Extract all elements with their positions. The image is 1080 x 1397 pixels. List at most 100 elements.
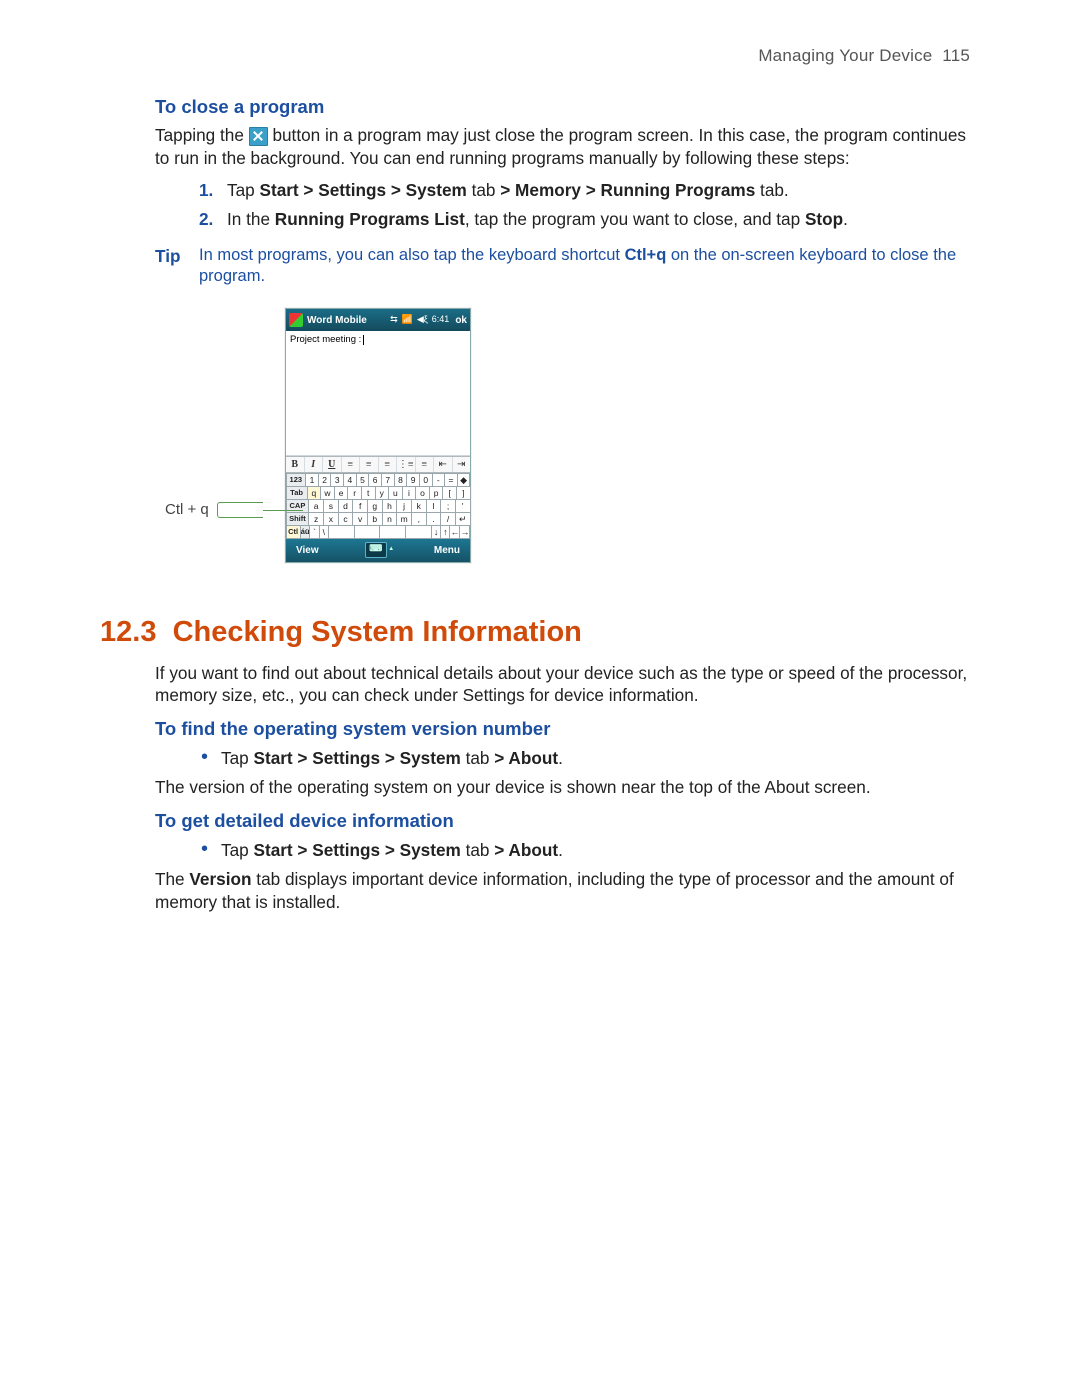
key-j[interactable]: j bbox=[396, 499, 412, 513]
key-n[interactable]: n bbox=[382, 512, 398, 526]
key-t[interactable]: t bbox=[361, 486, 376, 500]
document-area[interactable]: Project meeting : bbox=[286, 331, 470, 456]
view-menu[interactable]: View bbox=[296, 544, 319, 557]
key-[[interactable]: [ bbox=[442, 486, 457, 500]
key-l[interactable]: l bbox=[426, 499, 442, 513]
key-d[interactable]: d bbox=[338, 499, 354, 513]
key-7[interactable]: 7 bbox=[381, 473, 395, 487]
key-5[interactable]: 5 bbox=[356, 473, 370, 487]
key-3[interactable]: 3 bbox=[330, 473, 344, 487]
key-c[interactable]: c bbox=[338, 512, 354, 526]
key-;[interactable]: ; bbox=[440, 499, 456, 513]
page-header: Managing Your Device 115 bbox=[100, 45, 970, 67]
key-row-4: Shiftzxcvbnm,./↵ bbox=[286, 512, 470, 525]
key-1[interactable]: 1 bbox=[305, 473, 319, 487]
device-figure: Ctl + q Word Mobile ⇆ 📶 ◀ξ 6:41 ok Proje… bbox=[285, 308, 545, 563]
device-menubar: View Menu bbox=[286, 538, 470, 562]
key-2[interactable]: 2 bbox=[318, 473, 332, 487]
key-b[interactable]: b bbox=[367, 512, 383, 526]
key-/[interactable]: / bbox=[440, 512, 456, 526]
keyboard-toggle-icon[interactable] bbox=[365, 542, 387, 558]
key-x[interactable]: x bbox=[323, 512, 339, 526]
key-u[interactable]: u bbox=[388, 486, 403, 500]
key-→[interactable]: → bbox=[459, 525, 470, 539]
key-↵[interactable]: ↵ bbox=[455, 512, 471, 526]
italic-button[interactable]: I bbox=[305, 457, 324, 472]
heading-os-version: To find the operating system version num… bbox=[155, 717, 970, 741]
key-space[interactable] bbox=[405, 525, 432, 539]
bullet-os-version: Tap Start > Settings > System tab > Abou… bbox=[199, 747, 970, 770]
key-.[interactable]: . bbox=[426, 512, 442, 526]
menu-menu[interactable]: Menu bbox=[434, 544, 460, 557]
key-q[interactable]: q bbox=[307, 486, 322, 500]
key-Tab[interactable]: Tab bbox=[286, 486, 308, 500]
align-right-button[interactable]: ≡ bbox=[379, 457, 398, 472]
underline-button[interactable]: U bbox=[323, 457, 342, 472]
indent-button[interactable]: ⇥ bbox=[453, 457, 471, 472]
key-Ctl[interactable]: Ctl bbox=[286, 525, 301, 539]
key-space[interactable] bbox=[328, 525, 355, 539]
align-left-button[interactable]: ≡ bbox=[342, 457, 361, 472]
key--[interactable]: - bbox=[432, 473, 446, 487]
text-cursor bbox=[363, 335, 364, 345]
key-m[interactable]: m bbox=[396, 512, 412, 526]
key-z[interactable]: z bbox=[308, 512, 324, 526]
device-titlebar: Word Mobile ⇆ 📶 ◀ξ 6:41 ok bbox=[286, 309, 470, 331]
key-row-1: 1231234567890-=◆ bbox=[286, 473, 470, 486]
header-section: Managing Your Device bbox=[758, 46, 932, 65]
key-][interactable]: ] bbox=[456, 486, 471, 500]
onscreen-keyboard: 1231234567890-=◆ Tabqwertyuiop[] CAPasdf… bbox=[286, 473, 470, 538]
key-4[interactable]: 4 bbox=[343, 473, 357, 487]
key-row-3: CAPasdfghjkl;' bbox=[286, 499, 470, 512]
key-s[interactable]: s bbox=[323, 499, 339, 513]
volume-icon: ◀ξ bbox=[417, 314, 428, 326]
key-v[interactable]: v bbox=[352, 512, 368, 526]
align-center-button[interactable]: ≡ bbox=[360, 457, 379, 472]
app-title: Word Mobile bbox=[307, 314, 367, 327]
os-version-para: The version of the operating system on y… bbox=[155, 776, 970, 799]
key-h[interactable]: h bbox=[382, 499, 398, 513]
key-k[interactable]: k bbox=[411, 499, 427, 513]
key-=[interactable]: = bbox=[444, 473, 458, 487]
key-space[interactable] bbox=[354, 525, 381, 539]
key-8[interactable]: 8 bbox=[394, 473, 408, 487]
key-0[interactable]: 0 bbox=[419, 473, 433, 487]
sync-icon: ⇆ bbox=[390, 314, 398, 326]
section-intro: If you want to find out about technical … bbox=[155, 662, 970, 707]
numbered-list-button[interactable]: ≡ bbox=[416, 457, 435, 472]
key-y[interactable]: y bbox=[375, 486, 390, 500]
key-w[interactable]: w bbox=[320, 486, 335, 500]
key-6[interactable]: 6 bbox=[368, 473, 382, 487]
key-p[interactable]: p bbox=[429, 486, 444, 500]
outdent-button[interactable]: ⇤ bbox=[434, 457, 453, 472]
heading-12-3: 12.3 Checking System Information bbox=[100, 613, 970, 651]
key-9[interactable]: 9 bbox=[406, 473, 420, 487]
key-◆[interactable]: ◆ bbox=[457, 473, 471, 487]
key-row-5: Ctláü`\↓↑←→ bbox=[286, 525, 470, 538]
heading-close-program: To close a program bbox=[155, 95, 970, 119]
key-123[interactable]: 123 bbox=[286, 473, 307, 487]
key-,[interactable]: , bbox=[411, 512, 427, 526]
key-i[interactable]: i bbox=[402, 486, 417, 500]
bulleted-list-button[interactable]: ⋮≡ bbox=[397, 457, 416, 472]
format-toolbar: B I U ≡ ≡ ≡ ⋮≡ ≡ ⇤ ⇥ bbox=[286, 456, 470, 473]
callout-ctl-q: Ctl + q bbox=[165, 500, 303, 520]
ok-button[interactable]: ok bbox=[455, 314, 467, 327]
key-o[interactable]: o bbox=[415, 486, 430, 500]
bullet-device-info: Tap Start > Settings > System tab > Abou… bbox=[199, 839, 970, 862]
close-icon bbox=[249, 127, 268, 146]
signal-icon: 📶 bbox=[402, 314, 413, 326]
key-row-2: Tabqwertyuiop[] bbox=[286, 486, 470, 499]
key-space[interactable] bbox=[379, 525, 406, 539]
tip: Tip In most programs, you can also tap t… bbox=[155, 245, 970, 289]
key-r[interactable]: r bbox=[347, 486, 362, 500]
key-a[interactable]: a bbox=[308, 499, 324, 513]
clock: 6:41 bbox=[432, 314, 450, 326]
key-e[interactable]: e bbox=[334, 486, 349, 500]
bold-button[interactable]: B bbox=[286, 457, 305, 472]
close-program-paragraph: Tapping the button in a program may just… bbox=[155, 124, 970, 169]
header-page-no: 115 bbox=[942, 46, 970, 65]
key-g[interactable]: g bbox=[367, 499, 383, 513]
key-'[interactable]: ' bbox=[455, 499, 471, 513]
key-f[interactable]: f bbox=[352, 499, 368, 513]
